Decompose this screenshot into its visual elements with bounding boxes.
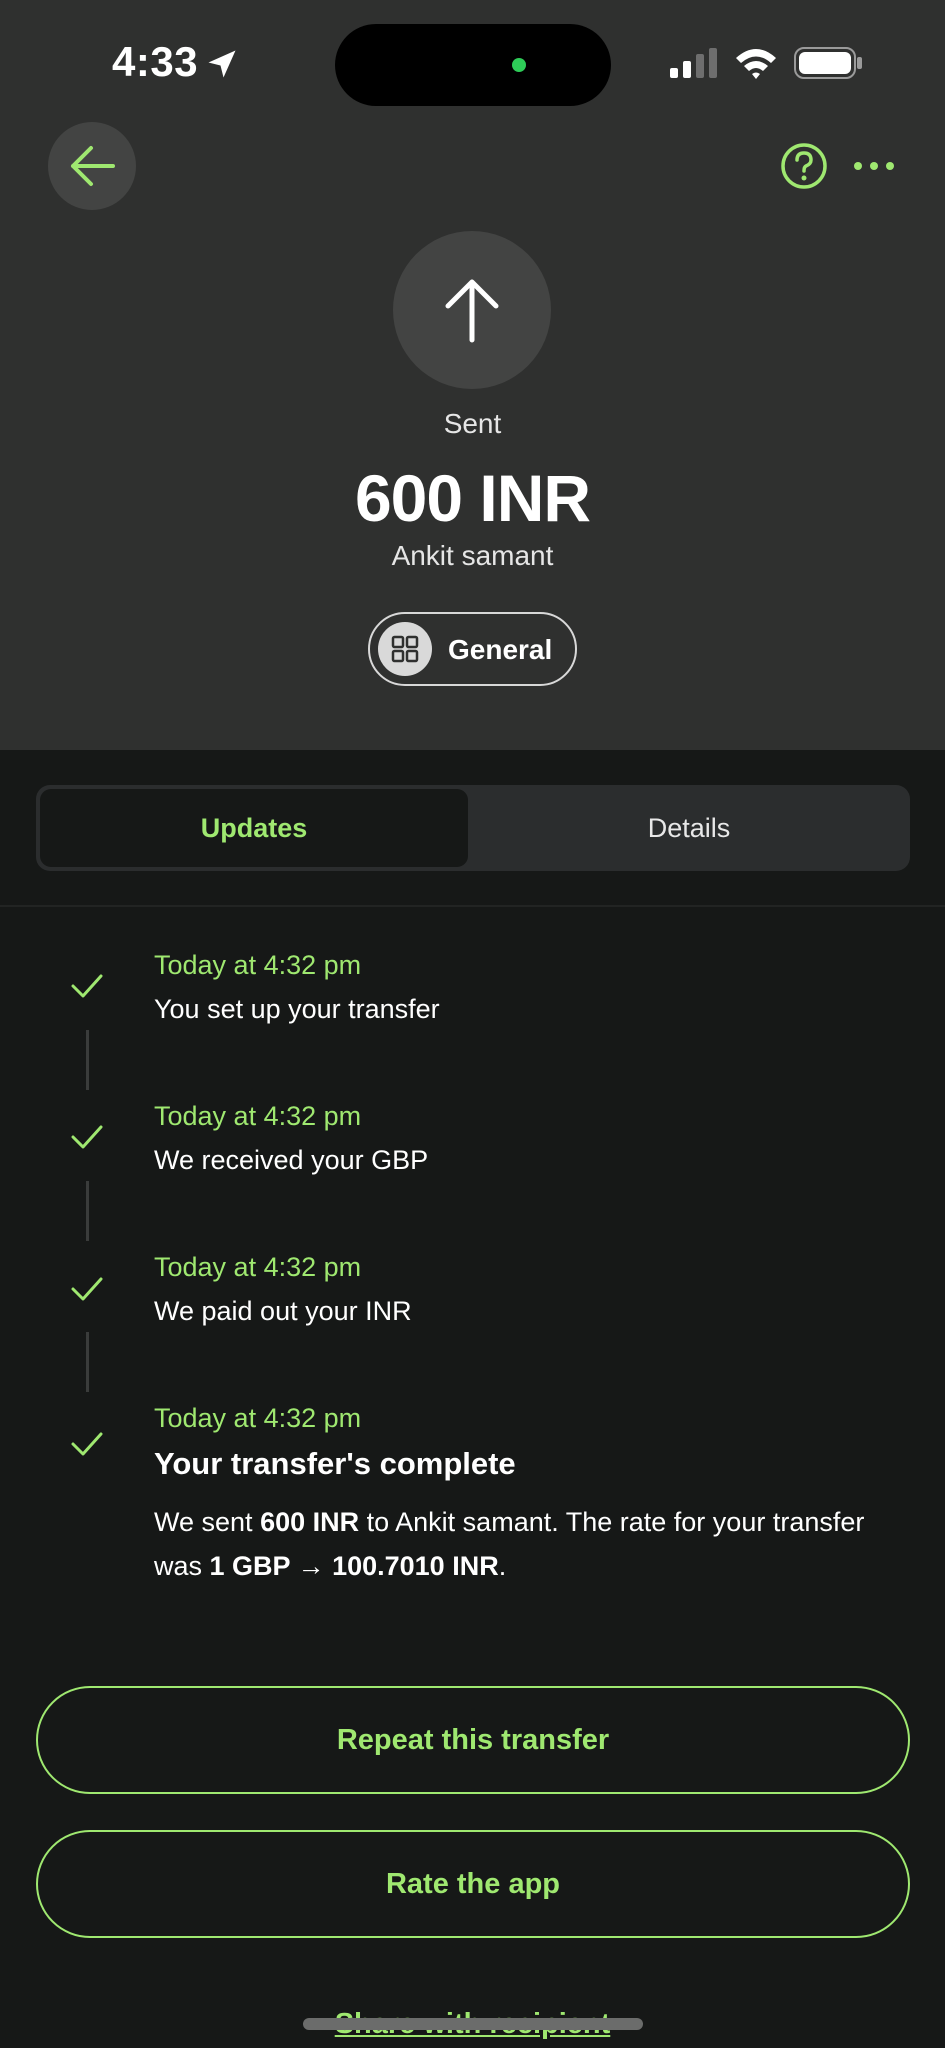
- transfer-complete-summary: We sent 600 INR to Ankit samant. The rat…: [154, 1500, 894, 1588]
- check-icon: [71, 1125, 103, 1149]
- grid-icon: [378, 622, 432, 676]
- check-icon: [71, 1432, 103, 1456]
- location-arrow-icon: [208, 50, 236, 78]
- timeline-text: We received your GBP: [154, 1145, 429, 1175]
- help-icon[interactable]: [780, 142, 828, 190]
- check-icon: [71, 1277, 103, 1301]
- timeline-text: We paid out your INR: [154, 1296, 412, 1326]
- rate-app-button[interactable]: Rate the app: [36, 1830, 910, 1938]
- summary-text: .: [498, 1551, 507, 1581]
- transfer-complete-title: Your transfer's complete: [154, 1446, 516, 1481]
- timeline-connector: [86, 1332, 89, 1392]
- tab-updates[interactable]: Updates: [40, 789, 468, 867]
- timeline-text: You set up your transfer: [154, 994, 440, 1024]
- timeline-connector: [86, 1030, 89, 1090]
- arrow-up-icon: [445, 279, 499, 343]
- repeat-transfer-button[interactable]: Repeat this transfer: [36, 1686, 910, 1794]
- status-bar: 4:33: [0, 0, 945, 120]
- check-icon: [71, 974, 103, 998]
- transfer-amount: 600 INR: [354, 461, 591, 535]
- more-icon[interactable]: [852, 150, 896, 182]
- summary-text: We sent: [154, 1507, 261, 1537]
- dynamic-island: [335, 24, 611, 106]
- back-button[interactable]: [48, 122, 136, 210]
- home-indicator: [303, 2018, 643, 2030]
- summary-rate: 1 GBP → 100.7010 INR: [209, 1551, 499, 1581]
- wifi-icon: [736, 49, 776, 79]
- recipient-name: Ankit samant: [391, 540, 554, 571]
- timeline-time: Today at 4:32 pm: [154, 950, 362, 980]
- camera-indicator: [512, 58, 526, 72]
- divider: [0, 905, 945, 907]
- arrow-left-icon: [71, 146, 115, 186]
- battery-icon: [794, 47, 862, 79]
- category-label: General: [448, 634, 553, 665]
- status-time: 4:33: [112, 38, 199, 85]
- timeline-time: Today at 4:32 pm: [154, 1252, 362, 1282]
- category-button[interactable]: General: [368, 612, 577, 686]
- summary-amount: 600 INR: [260, 1507, 360, 1537]
- tab-details[interactable]: Details: [472, 789, 906, 867]
- timeline-time: Today at 4:32 pm: [154, 1101, 362, 1131]
- tab-bar: Updates Details: [36, 785, 910, 871]
- timeline-time: Today at 4:32 pm: [154, 1403, 362, 1433]
- sent-direction-indicator: [393, 231, 551, 389]
- timeline-connector: [86, 1181, 89, 1241]
- transfer-status-label: Sent: [443, 408, 502, 439]
- cellular-signal-icon: [670, 48, 717, 78]
